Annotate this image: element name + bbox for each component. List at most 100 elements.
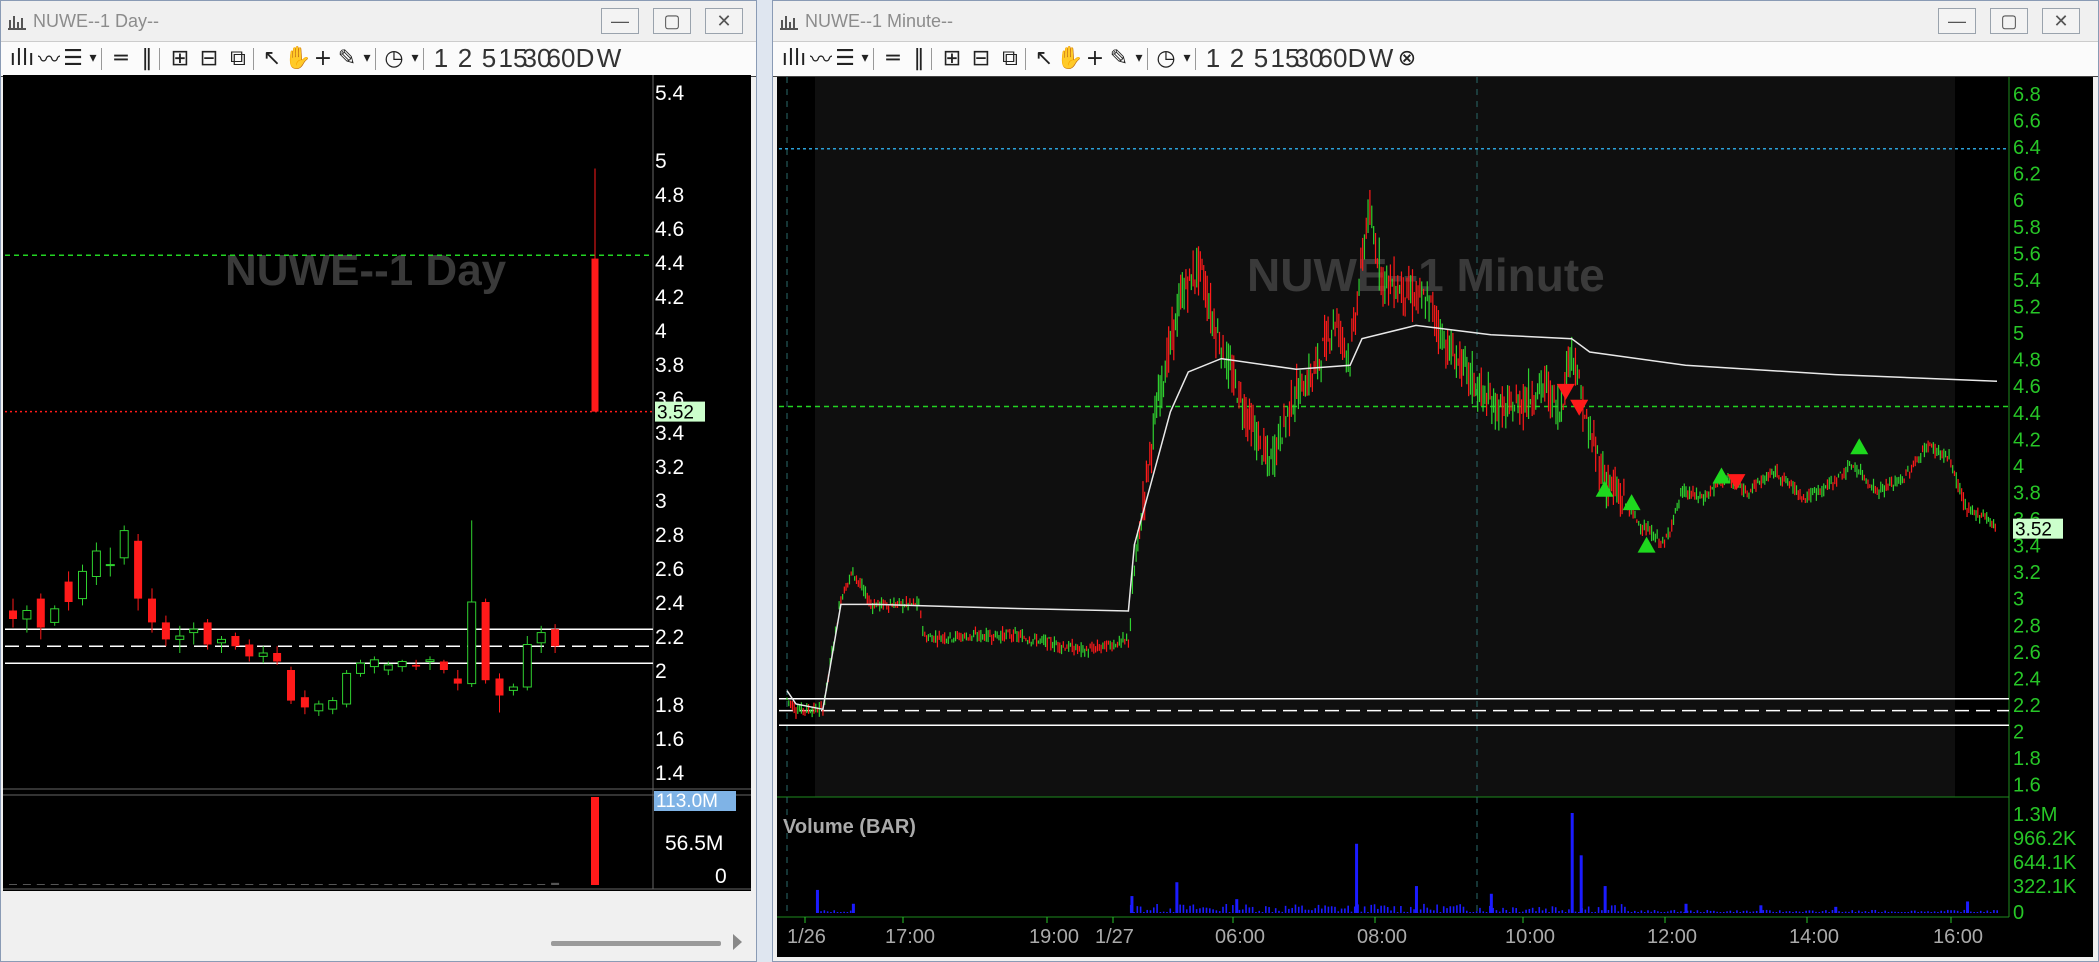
volume-bar <box>1996 910 1999 913</box>
dropdown-icon[interactable]: ▾ <box>857 46 873 70</box>
zoom-fit-icon[interactable]: ⧉ <box>223 46 253 71</box>
volume-bar <box>1603 886 1607 913</box>
timeframe-2[interactable]: 2 <box>1225 43 1249 73</box>
volume-bar <box>1713 910 1715 913</box>
zoom-out-icon[interactable]: ⊟ <box>195 46 223 71</box>
volume-bar <box>1716 911 1718 913</box>
dropdown-icon[interactable]: ▾ <box>359 46 375 70</box>
volume-bar <box>1265 906 1267 913</box>
volume-bar <box>1314 908 1317 913</box>
timeframe-2[interactable]: 2 <box>453 43 477 73</box>
volume-bar <box>1245 904 1247 913</box>
volume-bar <box>1660 912 1662 913</box>
volume-bar <box>1218 911 1221 913</box>
hand-icon[interactable]: ✋ <box>1056 46 1083 71</box>
zoom-out-icon[interactable]: ⊟ <box>967 46 995 71</box>
study-icon[interactable]: ☰ <box>61 46 85 71</box>
right-maximize-button[interactable]: ▢ <box>1990 8 2028 34</box>
volume-bar <box>1251 906 1254 913</box>
timeframe-d[interactable]: D <box>1345 43 1369 73</box>
timeframe-60[interactable]: 60 <box>1319 43 1348 73</box>
left-title-bar[interactable]: NUWE--1 Day-- <box>1 1 756 41</box>
left-maximize-button[interactable]: ▢ <box>653 8 691 34</box>
volume-bar <box>1195 909 1198 913</box>
timeframe-w[interactable]: W <box>1369 43 1394 73</box>
timeframe-1[interactable]: 1 <box>1201 43 1225 73</box>
volume-bar <box>1149 910 1152 913</box>
right-chart-area[interactable]: NUWE--1 Minute 6.8 6.6 6.4 6.2 6 5.8 5.6 5.4 5.2 5… <box>777 77 2093 957</box>
line-style-icon[interactable]: 〰 <box>37 46 61 73</box>
pointer-icon[interactable]: ↖ <box>259 46 285 71</box>
timeframe-30[interactable]: 30 <box>1295 43 1324 73</box>
zoom-fit-icon[interactable]: ⧉ <box>995 46 1025 71</box>
volume-bar <box>287 884 295 885</box>
volume-bar <box>840 912 842 913</box>
volume-bar <box>92 884 101 885</box>
timeframe-15[interactable]: 15 <box>1271 43 1300 73</box>
line-style-icon[interactable]: 〰 <box>809 46 833 73</box>
study-icon[interactable]: ☰ <box>833 46 857 71</box>
volume-bar <box>523 884 532 885</box>
left-chart-area[interactable]: NUWE--1 Day5.454.84.64.44.243.83.63.43.2… <box>3 75 751 891</box>
vertical-line-icon[interactable]: ‖ <box>135 46 159 71</box>
timeframe-d[interactable]: D <box>573 43 597 73</box>
volume-bar <box>1923 911 1926 913</box>
vertical-line-icon[interactable]: ‖ <box>907 46 931 71</box>
close-circle-icon[interactable]: ⊗ <box>1393 46 1421 71</box>
crosshair-icon[interactable]: + <box>311 46 335 71</box>
toolbar-separator <box>873 48 874 70</box>
volume-bar <box>1521 911 1524 913</box>
volume-bar <box>1271 912 1274 913</box>
zoom-in-icon[interactable]: ⊞ <box>937 46 967 71</box>
timeframe-60[interactable]: 60 <box>547 43 576 73</box>
volume-bar <box>1937 912 1939 913</box>
dropdown-icon[interactable]: ▾ <box>407 46 423 70</box>
crosshair-icon[interactable]: + <box>1083 46 1107 71</box>
right-minimize-button[interactable]: — <box>1938 8 1976 34</box>
pointer-icon[interactable]: ↖ <box>1031 46 1057 71</box>
pencil-icon[interactable]: ✎ <box>1107 46 1131 71</box>
hand-icon[interactable]: ✋ <box>284 46 311 71</box>
volume-bar <box>1390 910 1392 913</box>
volume-bar <box>846 912 849 913</box>
clock-icon[interactable]: ◷ <box>381 46 407 71</box>
volume-bar <box>1139 906 1142 913</box>
timeframe-5[interactable]: 5 <box>477 43 501 73</box>
dropdown-icon[interactable]: ▾ <box>1179 46 1195 70</box>
left-horizontal-scrollbar[interactable] <box>3 929 751 959</box>
candlestick-icon[interactable]: ıllı <box>7 46 37 71</box>
dropdown-icon[interactable]: ▾ <box>85 46 101 70</box>
price-axis-label: 4.4 <box>2013 403 2041 425</box>
volume-bar <box>1189 905 1191 913</box>
right-title-bar[interactable]: NUWE--1 Minute-- <box>773 1 2098 41</box>
timeframe-15[interactable]: 15 <box>499 43 528 73</box>
pencil-icon[interactable]: ✎ <box>335 46 359 71</box>
volume-bar <box>1854 912 1857 913</box>
left-scroll-thumb[interactable] <box>551 941 721 946</box>
timeframe-5[interactable]: 5 <box>1249 43 1273 73</box>
horizontal-line-icon[interactable]: ═ <box>107 46 135 71</box>
timeframe-30[interactable]: 30 <box>523 43 552 73</box>
volume-bar <box>259 884 268 885</box>
timeframe-w[interactable]: W <box>597 43 622 73</box>
clock-icon[interactable]: ◷ <box>1153 46 1179 71</box>
volume-bar <box>820 911 822 913</box>
price-axis-label: 1.6 <box>655 728 684 751</box>
volume-bar <box>1703 912 1705 913</box>
left-scroll-arrow[interactable] <box>733 934 742 950</box>
left-minimize-button[interactable]: — <box>601 8 639 34</box>
candlestick-icon[interactable]: ıllı <box>779 46 809 71</box>
volume-bar <box>1166 912 1168 913</box>
volume-bar <box>36 884 45 885</box>
zoom-in-icon[interactable]: ⊞ <box>165 46 195 71</box>
volume-bar <box>1762 910 1765 913</box>
horizontal-line-icon[interactable]: ═ <box>879 46 907 71</box>
timeframe-1[interactable]: 1 <box>429 43 453 73</box>
candle-body <box>78 570 87 600</box>
left-close-button[interactable]: ✕ <box>705 8 743 34</box>
volume-bar <box>1291 907 1293 913</box>
right-close-button[interactable]: ✕ <box>2042 8 2080 34</box>
volume-bar <box>1838 911 1840 913</box>
dropdown-icon[interactable]: ▾ <box>1131 46 1147 70</box>
volume-bar <box>481 884 490 885</box>
